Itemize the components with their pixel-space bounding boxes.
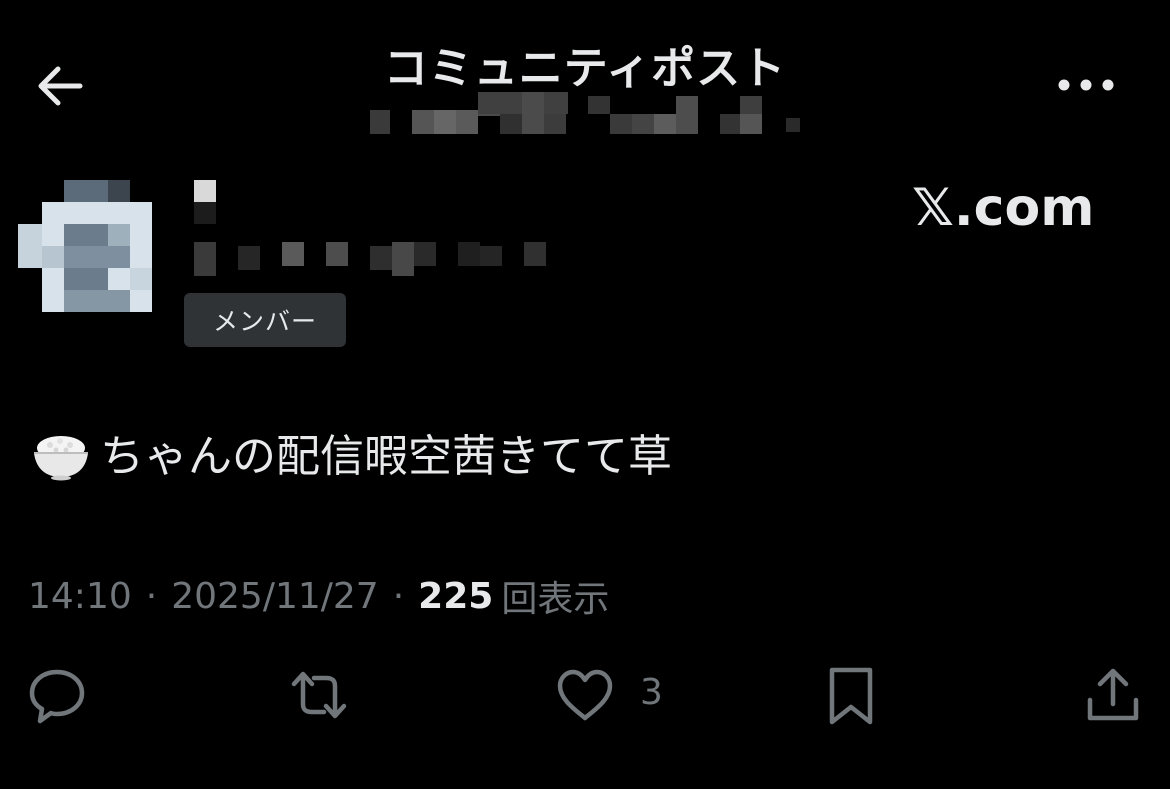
bookmark-icon[interactable] bbox=[820, 664, 882, 726]
more-options-icon[interactable] bbox=[1055, 72, 1117, 98]
user-name-pixelated[interactable] bbox=[190, 180, 550, 278]
member-badge: メンバー bbox=[184, 293, 346, 347]
meta-separator: · bbox=[392, 575, 405, 617]
page-title: コミュニティポスト bbox=[383, 43, 787, 94]
share-icon[interactable] bbox=[1082, 664, 1144, 726]
heart-icon[interactable] bbox=[554, 664, 616, 726]
repost-icon[interactable] bbox=[288, 664, 350, 726]
rice-bowl-icon bbox=[30, 421, 92, 483]
community-name-pixelated bbox=[368, 92, 804, 138]
watermark-logo: 𝕏.com bbox=[912, 178, 1095, 238]
avatar[interactable] bbox=[18, 180, 152, 312]
post-meta: 14:10 · 2025/11/27 · 225 回表示 bbox=[28, 570, 609, 622]
views-count[interactable]: 225 bbox=[418, 576, 493, 617]
post-text: ちゃんの配信暇空茜きてて草 bbox=[100, 431, 672, 482]
meta-separator: · bbox=[145, 575, 158, 617]
like-count: 3 bbox=[640, 672, 663, 713]
post-text-row: ちゃんの配信暇空茜きてて草 bbox=[30, 420, 672, 484]
reply-icon[interactable] bbox=[26, 664, 88, 726]
post-time: 14:10 bbox=[28, 575, 132, 617]
post-date: 2025/11/27 bbox=[171, 575, 379, 617]
views-label: 回表示 bbox=[501, 579, 610, 620]
